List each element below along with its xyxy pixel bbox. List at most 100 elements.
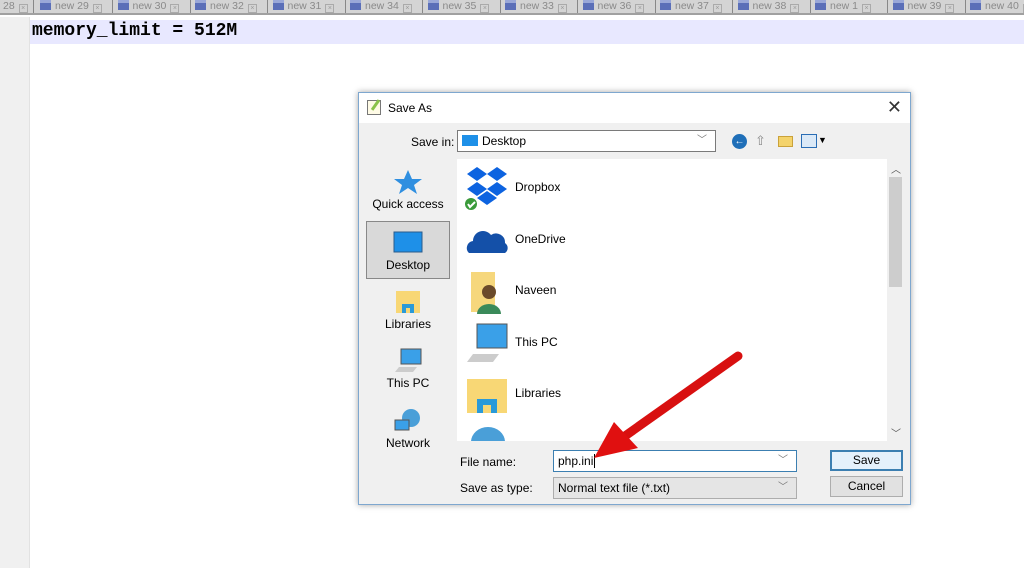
tab[interactable]: new 1 × xyxy=(812,0,888,13)
tab[interactable]: 28 × xyxy=(0,0,34,13)
tab-label: new 36 xyxy=(597,0,632,12)
save-in-value: Desktop xyxy=(482,134,527,148)
chevron-down-icon: ﹀ xyxy=(697,135,707,146)
new-folder-icon[interactable] xyxy=(778,136,793,147)
file-item[interactable]: Naveen xyxy=(465,266,765,316)
tab[interactable]: new 38 × xyxy=(735,0,811,13)
tab[interactable]: new 32 × xyxy=(192,0,268,13)
close-tab-icon[interactable]: × xyxy=(170,4,180,13)
view-menu-icon[interactable] xyxy=(801,134,817,148)
close-tab-icon[interactable]: × xyxy=(862,4,872,13)
tab-label: new 31 xyxy=(287,0,322,12)
chevron-down-icon: ﹀ xyxy=(778,455,788,466)
tab[interactable]: new 36 × xyxy=(580,0,656,13)
scrollbar-thumb[interactable] xyxy=(889,177,902,287)
file-icon xyxy=(117,0,129,10)
dropbox-icon xyxy=(465,167,509,211)
tab-label: new 35 xyxy=(442,0,477,12)
sidebar-item-quick-access[interactable]: Quick access xyxy=(366,161,450,219)
tab-label: new 38 xyxy=(752,0,787,12)
tab-label: new 30 xyxy=(132,0,167,12)
tab[interactable]: new 31 × xyxy=(270,0,346,13)
close-tab-icon[interactable]: × xyxy=(635,4,645,13)
file-item-name: Naveen xyxy=(515,283,557,297)
scroll-down-icon[interactable]: ﹀ xyxy=(891,425,901,440)
file-item[interactable]: OneDrive xyxy=(465,215,765,265)
editor-line-1[interactable]: memory_limit = 512M xyxy=(32,21,237,41)
libraries-icon xyxy=(465,373,509,417)
tab[interactable]: new 37 × xyxy=(657,0,733,13)
sidebar-item-this-pc[interactable]: This PC xyxy=(366,340,450,398)
save-type-dropdown[interactable]: Normal text file (*.txt) ﹀ xyxy=(553,477,797,499)
file-icon xyxy=(505,0,516,10)
close-tab-icon[interactable]: × xyxy=(945,4,955,13)
close-tab-icon[interactable]: × xyxy=(790,4,800,13)
file-item[interactable]: Libraries xyxy=(465,369,765,419)
tab-bar: 28 × new 29 × new 30 × new 32 × new 31 × new 34 × ne… xyxy=(0,0,1024,15)
file-item[interactable]: This PC xyxy=(465,318,765,368)
file-icon xyxy=(892,0,904,10)
close-tab-icon[interactable]: × xyxy=(557,4,567,13)
libraries-icon xyxy=(393,289,423,315)
tab[interactable]: new 40× xyxy=(967,0,1024,13)
close-tab-icon[interactable]: × xyxy=(480,4,490,13)
tab-label: new 37 xyxy=(675,0,709,12)
close-tab-icon[interactable]: × xyxy=(247,4,257,13)
close-tab-icon[interactable]: × xyxy=(92,4,102,13)
file-item-name: This PC xyxy=(515,334,558,349)
tab-label: new 40 xyxy=(985,0,1019,12)
line-number-gutter xyxy=(0,17,30,568)
tab[interactable]: new 39 × xyxy=(890,0,966,13)
sidebar-item-libraries[interactable]: Libraries xyxy=(366,281,450,339)
close-button[interactable]: ✕ xyxy=(887,97,902,118)
file-icon xyxy=(660,0,671,10)
tab-label: new 34 xyxy=(365,0,399,12)
close-tab-icon[interactable]: × xyxy=(18,4,28,13)
save-in-label: Save in: xyxy=(411,135,455,149)
sidebar-item-label: Desktop xyxy=(385,258,431,272)
scroll-up-icon[interactable]: ︿ xyxy=(891,161,901,176)
close-tab-icon[interactable]: × xyxy=(712,4,722,13)
close-tab-icon[interactable]: × xyxy=(402,4,412,13)
sidebar-item-desktop[interactable]: Desktop xyxy=(366,221,450,279)
sidebar-item-network[interactable]: Network xyxy=(366,400,450,458)
file-item[interactable]: Dropbox xyxy=(465,163,765,213)
file-name-value: php.ini xyxy=(558,454,594,468)
file-name-input[interactable]: php.ini ﹀ xyxy=(553,450,797,472)
computer-icon xyxy=(465,322,509,366)
file-icon xyxy=(970,0,981,10)
file-item-name: OneDrive xyxy=(515,231,566,246)
tab[interactable]: new 34 × xyxy=(347,0,423,13)
file-icon xyxy=(582,0,594,10)
view-menu-chevron-icon[interactable]: ▼ xyxy=(818,135,827,145)
sidebar-item-label: Libraries xyxy=(384,317,432,331)
tab-label: new 33 xyxy=(520,0,554,12)
file-icon xyxy=(427,0,439,10)
save-button[interactable]: Save xyxy=(830,450,903,471)
file-icon xyxy=(350,0,361,10)
file-item-name: Dropbox xyxy=(515,180,561,194)
save-type-value: Normal text file (*.txt) xyxy=(558,481,671,495)
tab[interactable]: new 33 × xyxy=(502,0,578,13)
close-tab-icon[interactable]: × xyxy=(325,4,335,13)
back-icon[interactable]: ← xyxy=(732,134,747,149)
notepad-icon xyxy=(367,100,381,115)
file-icon xyxy=(737,0,749,10)
desktop-icon xyxy=(393,230,423,256)
file-list[interactable]: Dropbox OneDrive Naveen This PC Libraries xyxy=(457,159,887,441)
user-folder-icon xyxy=(465,270,509,314)
up-folder-icon[interactable]: ⇧ xyxy=(755,133,766,149)
file-list-scrollbar[interactable]: ︿ ﹀ xyxy=(887,159,904,441)
cancel-button[interactable]: Cancel xyxy=(830,476,903,497)
tab[interactable]: new 29 × xyxy=(37,0,113,13)
dialog-title: Save As xyxy=(388,101,433,115)
tab-label: 28 xyxy=(3,0,15,12)
tab-label: new 1 xyxy=(830,0,859,12)
tab-label: new 29 xyxy=(55,0,89,12)
file-icon xyxy=(195,0,206,10)
save-in-dropdown[interactable]: Desktop ﹀ xyxy=(457,130,716,152)
file-icon xyxy=(40,0,51,10)
tab[interactable]: new 30 × xyxy=(115,0,191,13)
tab[interactable]: new 35 × xyxy=(425,0,501,13)
sidebar-item-label: This PC xyxy=(386,376,430,390)
